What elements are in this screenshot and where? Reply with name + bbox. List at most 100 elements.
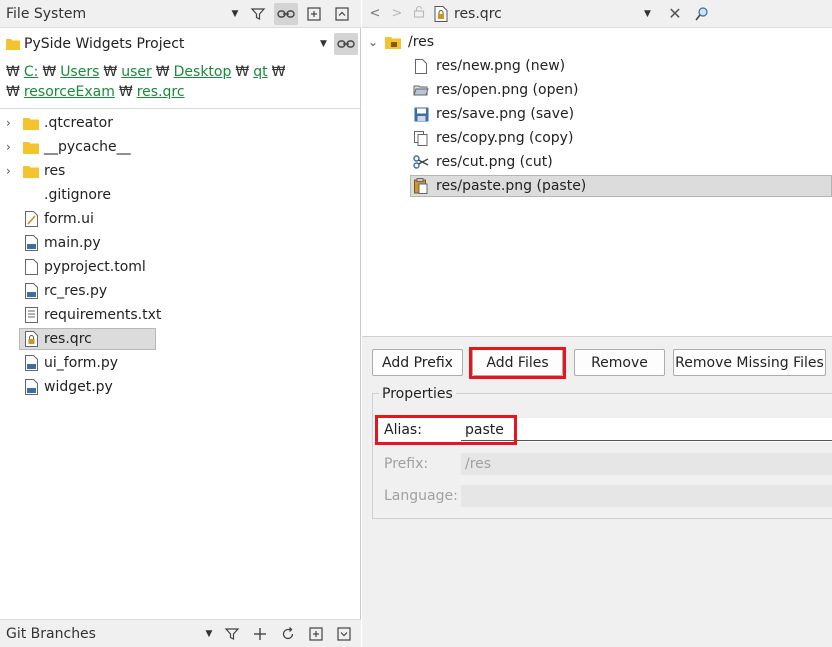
refresh-icon[interactable] xyxy=(276,623,300,645)
resource-file-item[interactable]: res/save.png (save) xyxy=(362,102,832,126)
breadcrumb: ₩ C: ₩ Users ₩ user ₩ Desktop ₩ qt ₩ ₩ resorceExam ₩ r… xyxy=(6,62,356,102)
remove-button[interactable]: Remove xyxy=(574,349,665,376)
alias-label: Alias: xyxy=(384,422,422,438)
tree-item[interactable]: › __pycache__ xyxy=(0,135,361,159)
tree-item[interactable]: widget.py xyxy=(0,375,361,399)
chevron-down-icon[interactable]: ▼ xyxy=(644,9,658,19)
resource-file-item[interactable]: res/cut.png (cut) xyxy=(362,150,832,174)
add-split-icon[interactable] xyxy=(302,3,326,25)
chevron-right-icon[interactable]: › xyxy=(0,164,22,178)
breadcrumb-separator: ₩ xyxy=(271,64,286,80)
open-file-name: res.qrc xyxy=(454,5,502,22)
chevron-down-icon[interactable]: ▼ xyxy=(320,39,330,49)
collapse-up-icon[interactable] xyxy=(330,3,354,25)
filter-icon[interactable] xyxy=(246,3,270,25)
tree-item-label: __pycache__ xyxy=(44,139,131,155)
resource-file-item[interactable]: res/open.png (open) xyxy=(362,78,832,102)
prefix-input[interactable]: /res xyxy=(461,453,832,475)
tree-item-label: widget.py xyxy=(44,379,113,395)
resource-file-item[interactable]: res/paste.png (paste) xyxy=(362,174,832,198)
add-icon[interactable] xyxy=(248,623,272,645)
file-system-title: File System xyxy=(6,5,87,22)
git-branches-header: Git Branches ▼ xyxy=(0,619,361,647)
tree-item-label: rc_res.py xyxy=(44,283,108,299)
tree-item-label: .qtcreator xyxy=(44,115,113,131)
file-tree: › .qtcreator › __pycache__ › res .gitignore for… xyxy=(0,108,361,399)
chevron-right-icon[interactable]: › xyxy=(0,116,22,130)
project-selector-label: PySide Widgets Project xyxy=(24,36,185,52)
resource-editor-pane: < > res.qrc ▼ ✕ ⌄ /res res/new.png (new)… xyxy=(362,0,832,647)
tree-item[interactable]: main.py xyxy=(0,231,361,255)
breadcrumb-link[interactable]: resorceExam xyxy=(24,84,115,100)
add-files-button[interactable]: Add Files xyxy=(472,349,563,376)
resource-file-label: res/copy.png (copy) xyxy=(436,130,574,146)
new-file-icon xyxy=(412,57,430,75)
tree-item[interactable]: › res xyxy=(0,159,361,183)
breadcrumb-separator: ₩ xyxy=(6,84,20,100)
breadcrumb-link[interactable]: C: xyxy=(24,64,39,80)
lock-icon[interactable] xyxy=(410,5,428,22)
tree-item-label: form.ui xyxy=(44,211,94,227)
tree-item-label: res xyxy=(44,163,66,179)
tree-item[interactable]: ui_form.py xyxy=(0,351,361,375)
split-view-icon[interactable] xyxy=(690,3,714,25)
filter-icon[interactable] xyxy=(220,623,244,645)
tree-item[interactable]: res.qrc xyxy=(0,327,361,351)
breadcrumb-link[interactable]: user xyxy=(121,64,152,80)
resource-file-label: res/cut.png (cut) xyxy=(436,154,553,170)
resource-file-item[interactable]: res/copy.png (copy) xyxy=(362,126,832,150)
link-icon[interactable] xyxy=(274,2,298,25)
language-input[interactable] xyxy=(461,485,832,507)
project-selector-row: PySide Widgets Project ▼ xyxy=(0,30,361,58)
file-system-pane: File System ▼ PySide Widgets Project ▼ ₩… xyxy=(0,0,361,647)
chevron-down-icon[interactable]: ▼ xyxy=(228,9,242,19)
resource-file-label: res/open.png (open) xyxy=(436,82,579,98)
add-prefix-button[interactable]: Add Prefix xyxy=(372,349,463,376)
breadcrumb-separator: ₩ xyxy=(42,64,57,80)
breadcrumb-link[interactable]: res.qrc xyxy=(137,84,185,100)
prefix-label: /res xyxy=(408,34,435,50)
editor-toolbar: < > res.qrc ▼ ✕ xyxy=(362,0,832,28)
ui-file-icon xyxy=(22,210,40,228)
breadcrumb-link[interactable]: Users xyxy=(60,64,99,80)
breadcrumb-link[interactable]: Desktop xyxy=(174,64,232,80)
chevron-down-icon[interactable]: ⌄ xyxy=(362,35,384,49)
add-split-icon[interactable] xyxy=(304,623,328,645)
tree-item-label: .gitignore xyxy=(44,187,111,203)
close-icon[interactable]: ✕ xyxy=(664,4,686,23)
chevron-down-icon[interactable]: ▼ xyxy=(202,629,216,639)
chevron-right-icon[interactable]: › xyxy=(0,140,22,154)
tree-item[interactable]: rc_res.py xyxy=(0,279,361,303)
breadcrumb-separator: ₩ xyxy=(103,64,118,80)
folder-icon xyxy=(22,114,40,132)
prefix-node[interactable]: ⌄ /res xyxy=(362,30,832,54)
tree-item[interactable]: .gitignore xyxy=(0,183,361,207)
breadcrumb-separator: ₩ xyxy=(6,64,20,80)
tree-item[interactable]: requirements.txt xyxy=(0,303,361,327)
resource-file-item[interactable]: res/new.png (new) xyxy=(362,54,832,78)
collapse-down-icon[interactable] xyxy=(332,623,356,645)
alias-input[interactable]: paste xyxy=(461,419,832,441)
resource-tree: ⌄ /res res/new.png (new) res/open.png (op… xyxy=(362,30,832,336)
forward-arrow-icon[interactable]: > xyxy=(388,6,406,21)
breadcrumb-link[interactable]: qt xyxy=(253,64,267,80)
tree-item-label: pyproject.toml xyxy=(44,259,146,275)
git-branches-title: Git Branches xyxy=(6,625,96,642)
tree-item[interactable]: form.ui xyxy=(0,207,361,231)
tree-item[interactable]: › .qtcreator xyxy=(0,111,361,135)
tree-item[interactable]: pyproject.toml xyxy=(0,255,361,279)
open-icon xyxy=(412,81,430,99)
open-file-selector[interactable]: res.qrc xyxy=(434,5,644,22)
breadcrumb-separator: ₩ xyxy=(235,64,250,80)
link-icon[interactable] xyxy=(334,33,358,55)
save-icon xyxy=(412,105,430,123)
folder-icon xyxy=(22,162,40,180)
tree-item-label: main.py xyxy=(44,235,101,251)
project-selector[interactable]: PySide Widgets Project xyxy=(0,36,320,52)
file-system-header: File System ▼ xyxy=(0,0,361,28)
paste-icon xyxy=(412,177,430,195)
text-file-icon xyxy=(22,258,40,276)
properties-group: Properties Alias: paste Prefix: /res Lan… xyxy=(372,386,832,519)
remove-missing-files-button[interactable]: Remove Missing Files xyxy=(673,349,826,376)
back-arrow-icon[interactable]: < xyxy=(366,6,384,21)
